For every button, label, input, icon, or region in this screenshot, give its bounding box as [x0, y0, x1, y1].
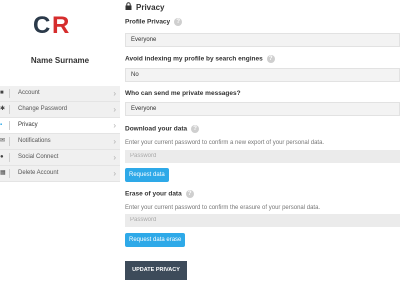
- menu-item-social-connect[interactable]: ● Social Connect ›: [0, 150, 120, 166]
- chevron-right-icon: ›: [113, 169, 116, 178]
- share-icon: ●: [0, 154, 4, 160]
- page-title: Privacy: [125, 2, 164, 12]
- chevron-right-icon: ›: [113, 137, 116, 146]
- lock-icon: ▪: [0, 122, 3, 128]
- menu-item-label: Social Connect: [18, 154, 59, 160]
- menu-item-delete-account[interactable]: ▦ Delete Account ›: [0, 166, 120, 182]
- menu-item-privacy[interactable]: ▪ Privacy ›: [0, 118, 120, 134]
- messages-select[interactable]: Everyone: [125, 102, 400, 116]
- user-icon: ■: [0, 90, 4, 96]
- help-icon[interactable]: ?: [266, 55, 275, 63]
- download-data-label-text: Download your data: [125, 125, 188, 133]
- menu-divider: [9, 153, 10, 162]
- erase-data-label: Erase of your data?: [125, 190, 194, 198]
- chevron-right-icon: ›: [113, 121, 116, 130]
- page-title-text: Privacy: [136, 3, 165, 12]
- envelope-icon: ✉: [0, 138, 6, 144]
- download-data-description: Enter your current password to confirm a…: [125, 140, 325, 146]
- help-icon[interactable]: ?: [174, 18, 183, 26]
- menu-divider: [9, 89, 10, 98]
- chevron-right-icon: ›: [113, 105, 116, 114]
- download-data-label: Download your data?: [125, 125, 200, 133]
- menu-item-label: Account: [18, 90, 40, 96]
- menu-divider: [9, 169, 10, 178]
- menu-item-label: Change Password: [18, 106, 68, 112]
- request-data-erase-button[interactable]: Request data erase: [125, 233, 186, 247]
- erase-data-description: Enter your current password to confirm t…: [125, 205, 321, 211]
- key-icon: ✱: [0, 106, 6, 112]
- menu-divider: [9, 121, 10, 130]
- menu-item-notifications[interactable]: ✉ Notifications ›: [0, 134, 120, 150]
- chevron-right-icon: ›: [113, 89, 116, 98]
- erase-password-input[interactable]: [125, 214, 400, 227]
- profile-privacy-select[interactable]: Everyone: [125, 33, 400, 47]
- chevron-right-icon: ›: [113, 153, 116, 162]
- indexing-select[interactable]: No: [125, 68, 400, 82]
- lock-icon: [125, 2, 132, 12]
- messages-label: Who can send me private messages?: [125, 90, 241, 97]
- logo-letter-c: C: [33, 12, 50, 36]
- request-data-button[interactable]: Request data: [125, 168, 169, 182]
- menu-divider: [9, 137, 10, 146]
- menu-divider: [9, 105, 10, 114]
- indexing-label: Avoid indexing my profile by search engi…: [125, 55, 275, 63]
- account-menu: ■ Account › ✱ Change Password › ▪ Privac…: [0, 86, 120, 182]
- profile-privacy-label-text: Profile Privacy: [125, 18, 171, 26]
- indexing-label-text: Avoid indexing my profile by search engi…: [125, 55, 263, 63]
- erase-data-label-text: Erase of your data: [125, 190, 182, 198]
- menu-item-label: Delete Account: [18, 170, 59, 176]
- help-icon[interactable]: ?: [185, 190, 194, 198]
- menu-item-label: Notifications: [18, 138, 51, 144]
- download-password-input[interactable]: [125, 150, 400, 163]
- menu-item-label: Privacy: [18, 122, 38, 128]
- help-icon[interactable]: ?: [191, 125, 200, 133]
- profile-privacy-label: Profile Privacy?: [125, 18, 183, 26]
- brand-logo: C R: [33, 12, 69, 36]
- update-privacy-button[interactable]: UPDATE PRIVACY: [125, 261, 187, 280]
- menu-item-account[interactable]: ■ Account ›: [0, 86, 120, 102]
- logo-letter-r: R: [52, 12, 69, 36]
- menu-item-change-password[interactable]: ✱ Change Password ›: [0, 102, 120, 118]
- trash-icon: ▦: [0, 170, 6, 176]
- profile-name: Name Surname: [30, 56, 90, 65]
